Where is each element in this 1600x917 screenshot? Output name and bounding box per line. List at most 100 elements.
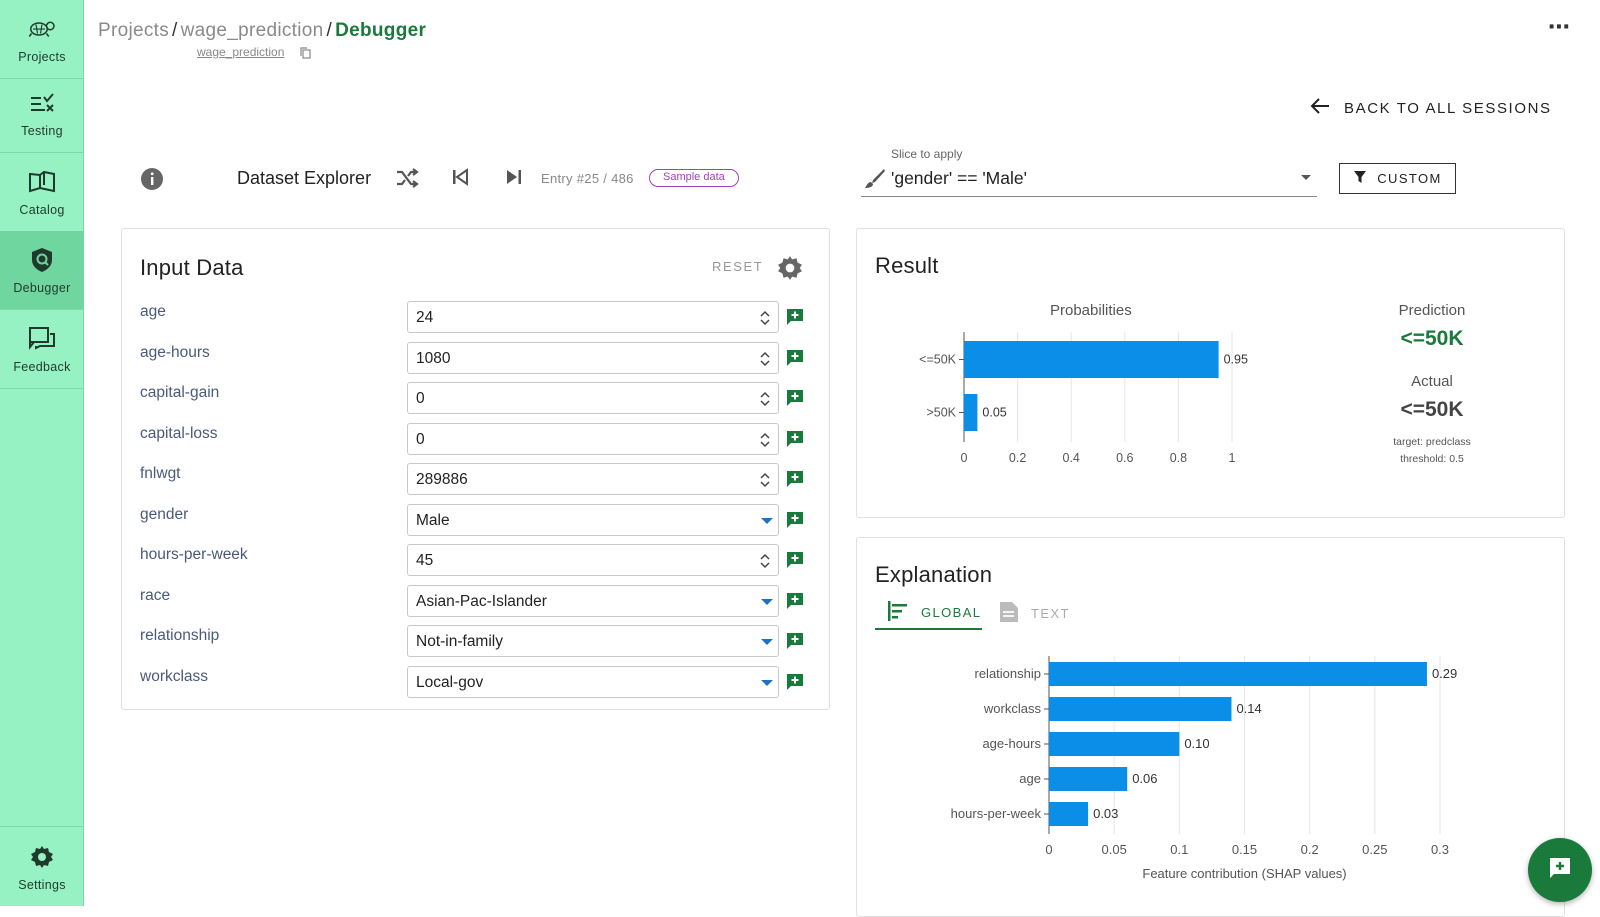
category-label: workclass [983,701,1042,716]
back-to-sessions-button[interactable]: BACK TO ALL SESSIONS [1310,97,1552,119]
field-value: 0 [416,390,425,407]
actual-label: Actual [1411,373,1453,390]
sidebar-item-catalog[interactable]: Catalog [0,153,84,232]
shap-chart: relationship 0.29 workclass 0.14 age-hours 0.… [951,656,1457,881]
number-input-capital-gain[interactable]: 0 [407,382,779,414]
sidebar-item-testing[interactable]: Testing [0,74,84,153]
project-key-link[interactable]: wage_prediction [197,45,284,59]
turtle-logo-icon [27,14,57,44]
add-feedback-icon[interactable] [786,349,804,372]
testing-icon [27,88,57,118]
select-race[interactable]: Asian-Pac-Islander [407,584,779,617]
info-icon[interactable] [140,167,164,196]
field-label: age [140,303,166,320]
reset-button[interactable]: RESET [712,259,763,274]
input-row-capital-loss: capital-loss 0 [122,422,831,457]
x-tick-label: 0.05 [1102,842,1127,857]
debugger-shield-icon [27,245,57,275]
value-label: 0.03 [1093,806,1118,821]
select-workclass[interactable]: Local-gov [407,665,779,698]
back-label: BACK TO ALL SESSIONS [1344,99,1552,117]
add-feedback-icon[interactable] [786,592,804,615]
add-feedback-icon[interactable] [786,551,804,574]
add-feedback-icon[interactable] [786,632,804,655]
category-label: relationship [975,666,1042,681]
add-feedback-icon[interactable] [786,389,804,412]
chevron-down-icon [1301,175,1311,180]
value-label: 0.14 [1236,701,1261,716]
breadcrumb-project-link[interactable]: wage_prediction [181,20,324,41]
x-tick-label: 0.2 [1301,842,1319,857]
spinner-icon[interactable] [760,309,770,327]
number-input-age-hours[interactable]: 1080 [407,341,779,374]
input-row-race: race Asian-Pac-Islander [122,584,831,619]
bar [964,341,1219,378]
target-text: target: predclass [1393,436,1471,448]
slice-label: Slice to apply [891,147,963,161]
copy-icon[interactable] [300,46,311,64]
field-label: fnlwgt [140,465,181,482]
spinner-icon[interactable] [760,350,770,368]
number-input-capital-loss[interactable]: 0 [407,422,779,455]
x-tick-label: 0.25 [1362,842,1387,857]
x-tick-label: 1 [1229,451,1236,465]
more-options-icon[interactable]: ⋯ [1548,14,1571,40]
last-entry-icon[interactable] [506,168,522,191]
field-value: 24 [416,309,434,326]
breadcrumb-projects-link[interactable]: Projects [98,20,169,41]
sidebar-item-projects[interactable]: Projects [0,0,84,79]
gear-icon[interactable] [777,255,803,286]
category-label: >50K [926,406,956,420]
value-label: 0.10 [1184,736,1209,751]
number-input-age[interactable]: 24 [407,301,779,333]
field-value: Asian-Pac-Islander [416,592,547,610]
x-tick-label: 0 [1045,842,1052,857]
breadcrumb: Projects / wage_prediction / Debugger [98,20,426,42]
number-input-hours-per-week[interactable]: 45 [407,544,779,576]
spinner-icon[interactable] [760,471,770,489]
add-feedback-icon[interactable] [786,673,804,696]
sample-data-badge: Sample data [649,169,739,187]
dataset-explorer-title: Dataset Explorer [237,168,372,188]
input-data-card: Input Data RESET age 24 age-hours 1080 capit… [121,228,830,710]
explanation-title: Explanation [875,562,993,587]
sidebar-item-debugger[interactable]: Debugger [0,231,84,310]
spinner-icon[interactable] [760,431,770,449]
tab-text[interactable]: TEXT [999,596,1070,630]
chevron-down-icon[interactable] [761,679,773,686]
field-label: relationship [140,627,220,644]
select-gender[interactable]: Male [407,503,779,536]
add-feedback-icon[interactable] [786,511,804,534]
input-row-age: age 24 [122,301,831,335]
x-tick-label: 0.4 [1063,451,1080,465]
chevron-down-icon[interactable] [761,598,773,605]
field-value: 1080 [416,349,451,367]
chevron-down-icon[interactable] [761,517,773,524]
shuffle-icon[interactable] [395,167,419,194]
entry-counter: Entry #25 / 486 [541,171,634,186]
chevron-down-icon[interactable] [761,639,773,645]
sidebar-item-feedback[interactable]: Feedback [0,310,84,389]
add-feedback-icon[interactable] [786,470,804,493]
add-feedback-fab[interactable] [1528,838,1592,902]
slice-select[interactable]: 'gender' == 'Male' [861,163,1317,197]
field-label: age-hours [140,343,210,361]
x-axis-label: Feature contribution (SHAP values) [1142,866,1346,881]
spinner-icon[interactable] [760,390,770,408]
spinner-icon[interactable] [760,552,770,570]
add-feedback-icon[interactable] [786,308,804,331]
breadcrumb-separator: / [326,20,333,41]
field-value: Male [416,511,450,529]
bar-chart-icon [887,600,909,625]
tab-global[interactable]: GLOBAL [875,596,982,630]
select-relationship[interactable]: Not-in-family [407,625,779,657]
prediction-value: <=50K [1400,327,1464,350]
first-entry-icon[interactable] [452,168,468,191]
custom-slice-button[interactable]: CUSTOM [1339,163,1456,194]
sidebar-item-settings[interactable]: Settings [0,826,84,906]
prediction-block: Prediction <=50K Actual <=50K target: pr… [1377,302,1487,465]
x-tick-label: 0 [961,451,968,465]
number-input-fnlwgt[interactable]: 289886 [407,463,779,495]
result-card: Result Probabilities <=50K 0.95 >50K 0.05 0 0… [856,228,1565,518]
add-feedback-icon[interactable] [786,430,804,453]
